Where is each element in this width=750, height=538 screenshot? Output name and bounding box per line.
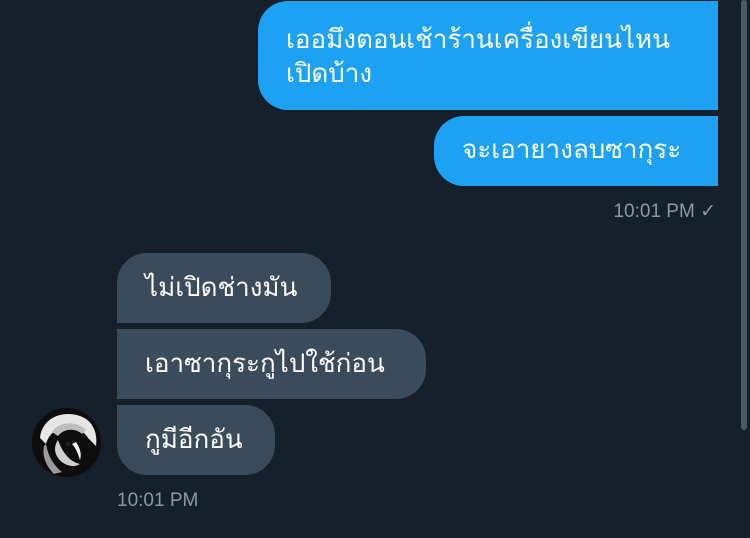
avatar-image — [32, 408, 101, 477]
conversation-view: เออมึงตอนเช้าร้านเครื่องเขียนไหนเปิดบ้าง… — [0, 0, 750, 538]
received-message-bubble[interactable]: กูมีอีกอัน — [117, 405, 275, 475]
timestamp-text: 10:01 PM — [117, 490, 199, 511]
message-text: เออมึงตอนเช้าร้านเครื่องเขียนไหนเปิดบ้าง — [286, 25, 670, 89]
message-text: จะเอายางลบซากุระ — [462, 135, 682, 165]
message-text: กูมีอีกอัน — [145, 425, 243, 455]
received-message-timestamp: 10:01 PM — [117, 490, 198, 512]
avatar[interactable] — [32, 408, 101, 477]
sent-message-bubble[interactable]: จะเอายางลบซากุระ — [434, 116, 718, 186]
scrollbar[interactable] — [741, 0, 747, 430]
check-icon: ✓ — [700, 201, 716, 222]
message-text: ไม่เปิดช่างมัน — [145, 273, 298, 303]
received-message-bubble[interactable]: เอาซากุระกูไปใช้ก่อน — [117, 329, 426, 399]
sent-message-bubble[interactable]: เออมึงตอนเช้าร้านเครื่องเขียนไหนเปิดบ้าง — [258, 1, 718, 110]
timestamp-text: 10:01 PM — [613, 201, 695, 222]
sent-message-timestamp: 10:01 PM ✓ — [613, 200, 716, 223]
message-text: เอาซากุระกูไปใช้ก่อน — [145, 349, 385, 379]
received-message-bubble[interactable]: ไม่เปิดช่างมัน — [117, 253, 331, 323]
